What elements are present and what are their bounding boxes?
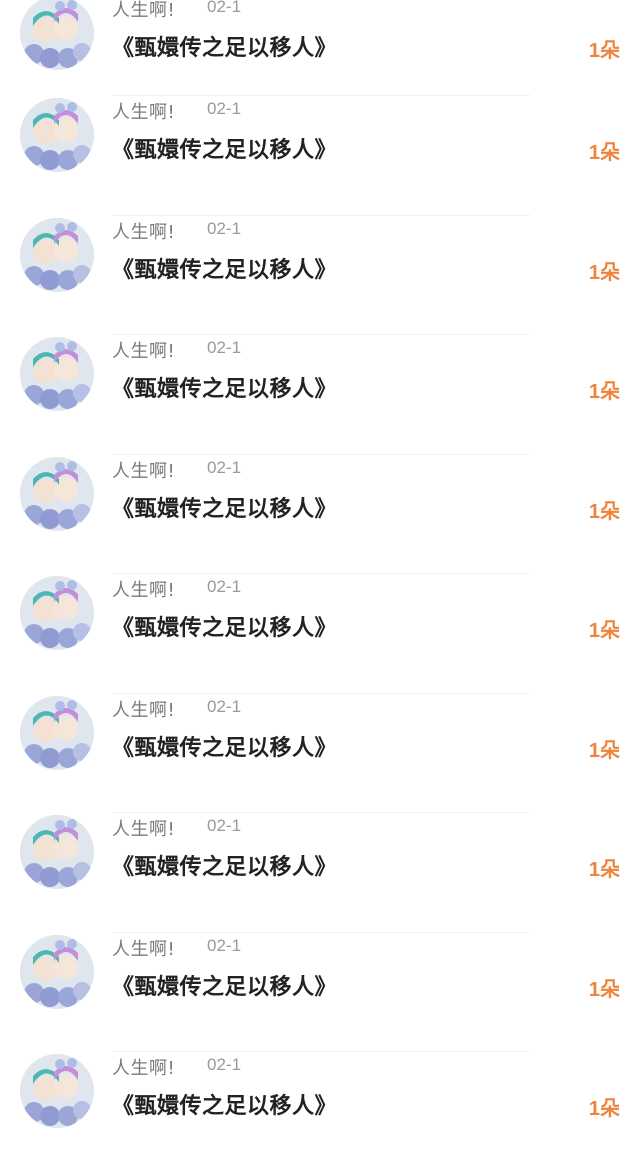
avatar[interactable] <box>20 815 94 889</box>
flower-count: 1朵 <box>588 381 620 403</box>
user-name[interactable]: 人生啊! <box>112 457 175 483</box>
list-item[interactable]: 人生啊! 02-1 《甄嬛传之足以移人》 1朵 <box>0 694 640 813</box>
avatar[interactable] <box>20 695 94 770</box>
record-date: 02-1 <box>207 935 242 955</box>
avatar[interactable] <box>20 934 94 1009</box>
user-name[interactable]: 人生啊! <box>112 815 175 841</box>
record-date: 02-1 <box>207 99 242 118</box>
flower-count: 1朵 <box>588 859 620 881</box>
list-item[interactable]: 人生啊! 02-1 《甄嬛传之足以移人》 1朵 <box>0 216 640 335</box>
work-title[interactable]: 《甄嬛传之足以移人》 <box>112 252 337 284</box>
user-name[interactable]: 人生啊! <box>112 98 175 124</box>
record-date: 02-1 <box>207 696 242 716</box>
flower-count: 1朵 <box>588 620 620 642</box>
user-name[interactable]: 人生啊! <box>112 218 175 244</box>
record-date: 02-1 <box>207 1055 242 1074</box>
work-title[interactable]: 《甄嬛传之足以移人》 <box>112 491 337 523</box>
avatar[interactable] <box>20 0 94 70</box>
work-title[interactable]: 《甄嬛传之足以移人》 <box>112 730 337 762</box>
user-name[interactable]: 人生啊! <box>112 337 175 363</box>
work-title[interactable]: 《甄嬛传之足以移人》 <box>112 132 337 164</box>
work-title[interactable]: 《甄嬛传之足以移人》 <box>112 610 337 642</box>
list-item[interactable]: 人生啊! 02-1 《甄嬛传之足以移人》 1朵 <box>0 335 640 455</box>
record-date: 02-1 <box>207 577 242 596</box>
flower-count: 1朵 <box>588 500 620 523</box>
list-item[interactable]: 人生啊! 02-1 《甄嬛传之足以移人》 1朵 <box>0 933 640 1052</box>
avatar[interactable] <box>20 576 94 650</box>
user-name[interactable]: 人生啊! <box>112 1054 175 1080</box>
avatar[interactable] <box>20 337 94 411</box>
work-title[interactable]: 《甄嬛传之足以移人》 <box>112 371 337 403</box>
avatar[interactable] <box>20 217 94 292</box>
avatar[interactable] <box>20 98 94 172</box>
record-date: 02-1 <box>207 457 242 477</box>
user-name[interactable]: 人生啊! <box>112 0 175 22</box>
flower-count: 1朵 <box>588 261 620 284</box>
list-item[interactable]: 人生啊! 02-1 《甄嬛传之足以移人》 1朵 <box>0 0 640 96</box>
user-name[interactable]: 人生啊! <box>112 576 175 602</box>
list-item[interactable]: 人生啊! 02-1 《甄嬛传之足以移人》 1朵 <box>0 455 640 574</box>
user-name[interactable]: 人生啊! <box>112 935 175 961</box>
avatar[interactable] <box>20 1054 94 1128</box>
work-title[interactable]: 《甄嬛传之足以移人》 <box>112 849 337 881</box>
record-date: 02-1 <box>207 0 242 16</box>
list-item[interactable]: 人生啊! 02-1 《甄嬛传之足以移人》 1朵 <box>0 96 640 216</box>
flower-count: 1朵 <box>588 1098 620 1120</box>
flower-count: 1朵 <box>588 739 620 762</box>
avatar[interactable] <box>20 456 94 531</box>
record-date: 02-1 <box>207 218 242 238</box>
flower-count: 1朵 <box>588 142 620 164</box>
work-title[interactable]: 《甄嬛传之足以移人》 <box>112 969 337 1001</box>
user-name[interactable]: 人生啊! <box>112 696 175 722</box>
list-item[interactable]: 人生啊! 02-1 《甄嬛传之足以移人》 1朵 <box>0 813 640 933</box>
list-item[interactable]: 人生啊! 02-1 《甄嬛传之足以移人》 1朵 <box>0 1052 640 1172</box>
flower-count: 1朵 <box>588 978 620 1001</box>
gift-record-list: 人生啊! 02-1 《甄嬛传之足以移人》 1朵 人生啊! 02-1 《甄嬛传之足… <box>0 0 640 1172</box>
work-title[interactable]: 《甄嬛传之足以移人》 <box>112 1088 337 1120</box>
record-date: 02-1 <box>207 816 242 835</box>
work-title[interactable]: 《甄嬛传之足以移人》 <box>112 30 337 62</box>
record-date: 02-1 <box>207 338 242 357</box>
list-item[interactable]: 人生啊! 02-1 《甄嬛传之足以移人》 1朵 <box>0 574 640 694</box>
flower-count: 1朵 <box>588 40 620 62</box>
